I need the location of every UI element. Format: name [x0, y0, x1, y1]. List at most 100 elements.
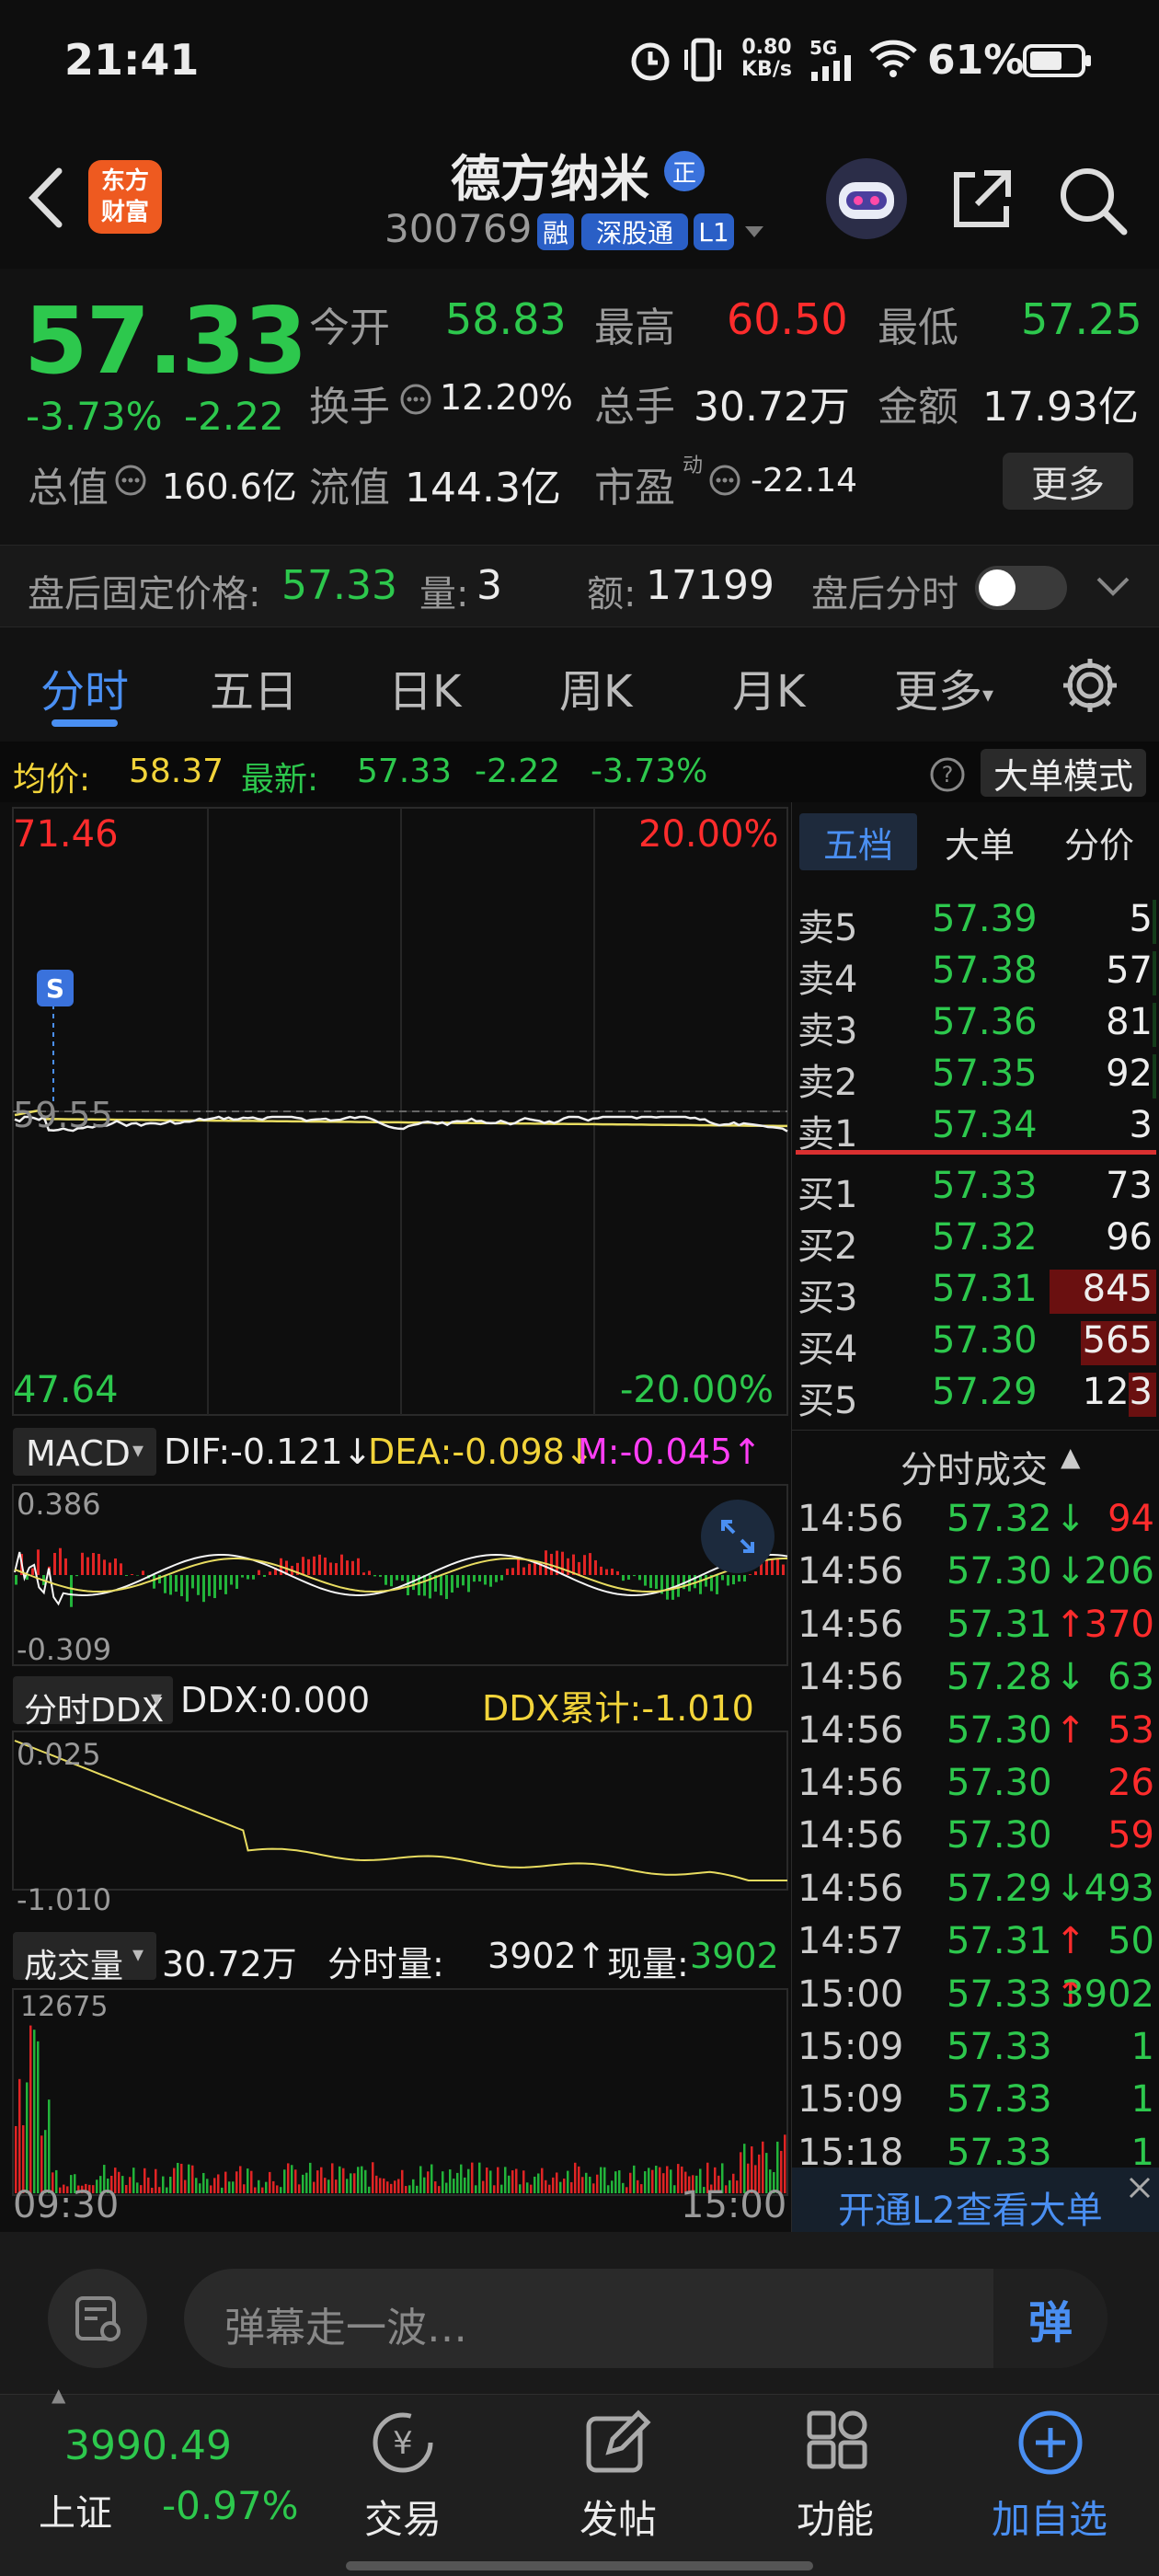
share-icon[interactable] [947, 166, 1016, 234]
signal-icon [811, 55, 851, 81]
status-time: 21:41 [64, 35, 200, 85]
info-icon[interactable] [399, 383, 432, 416]
volume-bar [640, 2184, 643, 2193]
volume-bar [401, 2169, 404, 2193]
trade-qty: 59 [1107, 1814, 1154, 1857]
amount-label: 金额 [878, 384, 958, 431]
bid-row-3: 买3 57.31 845 [792, 1264, 1159, 1319]
index-pct[interactable]: -0.97% [162, 2483, 299, 2528]
app-logo[interactable]: 东方 财富 [88, 160, 162, 234]
volume-bar [493, 2185, 496, 2193]
volume-bar [637, 2179, 639, 2193]
volume-bar [659, 2167, 661, 2193]
macd-bar [655, 1575, 658, 1589]
pe-sup: 动 [683, 454, 704, 477]
trade-price: 57.33 [947, 1972, 1052, 2016]
tab-intraday[interactable]: 分时 [40, 655, 129, 719]
index-name[interactable]: 上证 [39, 2483, 112, 2536]
volume-bar [445, 2182, 448, 2193]
ddx-selector[interactable]: 分时DDX ▾ [13, 1676, 173, 1730]
tab-level5[interactable]: 五档 [799, 813, 917, 870]
macd-bar [440, 1575, 442, 1596]
volume-bar [548, 2184, 551, 2193]
chevron-down-icon[interactable] [743, 224, 765, 241]
add-watchlist-icon[interactable] [1016, 2408, 1085, 2478]
turnover-label: 换手 [309, 384, 390, 431]
volume-bar [464, 2177, 466, 2193]
trade-qty: 493 [1084, 1867, 1154, 1910]
tab-monthly-k[interactable]: 月K [732, 655, 805, 719]
help-icon[interactable]: ? [929, 756, 966, 793]
expand-chart-button[interactable] [701, 1500, 775, 1573]
tab-price-dist[interactable]: 分价 [1040, 813, 1158, 870]
volume-bar [412, 2179, 415, 2193]
s-marker[interactable]: S [37, 970, 74, 1006]
macd-bar [224, 1575, 227, 1594]
macd-bar [313, 1556, 316, 1575]
volume-bar [515, 2168, 518, 2193]
danmaku-settings-button[interactable] [48, 2269, 147, 2368]
big-order-mode-button[interactable]: 大单模式 [981, 749, 1146, 797]
volume-bar [254, 2187, 257, 2193]
after-hours-toggle[interactable] [975, 566, 1067, 610]
l2-banner[interactable]: 开通L2查看大单 [792, 2168, 1159, 2232]
macd-bar [324, 1557, 327, 1575]
mktcap-label: 总值 [28, 465, 109, 512]
chevron-down-icon[interactable] [1095, 573, 1131, 601]
info-icon[interactable] [708, 464, 741, 497]
tab-big-order[interactable]: 大单 [921, 813, 1039, 870]
last-price: 57.33 [24, 287, 307, 395]
macd-m: M:-0.045↑ [578, 1432, 762, 1472]
macd-bar [771, 1559, 774, 1575]
more-button[interactable]: 更多 [1003, 453, 1133, 510]
trade-icon[interactable]: ¥ [366, 2406, 440, 2479]
close-icon[interactable] [1125, 2173, 1154, 2202]
volume-bar [581, 2177, 584, 2193]
volume-bar [379, 2178, 382, 2193]
macd-bar [467, 1575, 470, 1593]
tab-weekly-k[interactable]: 周K [559, 655, 632, 719]
nav-add-watchlist[interactable]: 加自选 [992, 2489, 1107, 2545]
index-value[interactable]: 3990.49 [64, 2422, 232, 2469]
post-icon[interactable] [581, 2408, 651, 2478]
volume-bar [361, 2166, 363, 2193]
macd-dea: DEA:-0.098↓ [368, 1432, 594, 1472]
price-axis-top: 71.46 [13, 813, 119, 856]
expand-icon [721, 1520, 754, 1553]
macd-bar [120, 1563, 122, 1575]
macd-selector[interactable]: MACD ▾ [13, 1428, 156, 1476]
danmaku-send-button[interactable]: 弹 [993, 2269, 1107, 2368]
bid-price: 57.31 [932, 1268, 1038, 1310]
functions-icon[interactable] [804, 2409, 868, 2474]
search-icon[interactable] [1058, 166, 1128, 236]
volume-bar [125, 2185, 128, 2193]
tab-more[interactable]: 更多▾ [894, 655, 993, 719]
volume-bar [644, 2171, 647, 2193]
trade-price: 57.30 [947, 1762, 1052, 1804]
info-icon[interactable] [114, 464, 147, 497]
back-icon[interactable] [24, 166, 70, 230]
nav-post[interactable]: 发帖 [580, 2489, 657, 2545]
volume-bar [600, 2167, 602, 2193]
ask-label: 卖4 [798, 959, 858, 1001]
macd-bar [583, 1555, 586, 1575]
tab-five-day[interactable]: 五日 [210, 655, 298, 719]
volume-bar [29, 2025, 32, 2193]
gear-icon[interactable] [1060, 655, 1120, 716]
macd-bar [611, 1569, 614, 1575]
volume-bar [622, 2182, 625, 2193]
trade-row: 14:56 57.30 26 [792, 1758, 1159, 1810]
danmaku-input[interactable]: 弹幕走一波… 弹 [184, 2269, 1107, 2368]
macd-bar [749, 1574, 752, 1575]
volume-bar [673, 2185, 676, 2193]
high-value: 60.50 [727, 294, 848, 344]
volume-selector[interactable]: 成交量 ▾ [13, 1932, 156, 1985]
volume-bar [140, 2185, 143, 2193]
trade-price: 57.30 [947, 1708, 1052, 1752]
nav-trade[interactable]: 交易 [364, 2489, 442, 2545]
robot-assistant-icon[interactable] [824, 156, 909, 241]
stock-name[interactable]: 德方纳米 [451, 138, 649, 211]
tab-daily-k[interactable]: 日K [388, 655, 461, 719]
nav-functions[interactable]: 功能 [797, 2489, 874, 2545]
volume-bar [408, 2185, 411, 2193]
